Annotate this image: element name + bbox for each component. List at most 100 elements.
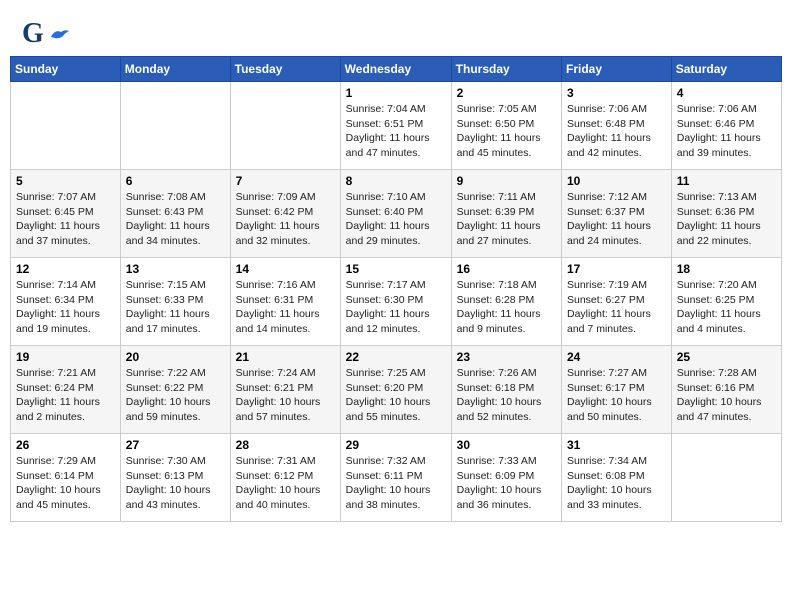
calendar-cell: 25 Sunrise: 7:28 AM Sunset: 6:16 PM Dayli…: [671, 346, 781, 434]
calendar-header-wednesday: Wednesday: [340, 57, 451, 82]
day-info: Sunrise: 7:17 AM Sunset: 6:30 PM Dayligh…: [346, 278, 446, 337]
day-number: 25: [677, 350, 776, 364]
day-info: Sunrise: 7:29 AM Sunset: 6:14 PM Dayligh…: [16, 454, 115, 513]
day-number: 28: [236, 438, 335, 452]
day-info: Sunrise: 7:05 AM Sunset: 6:50 PM Dayligh…: [457, 102, 556, 161]
day-info: Sunrise: 7:06 AM Sunset: 6:48 PM Dayligh…: [567, 102, 666, 161]
calendar-cell: 24 Sunrise: 7:27 AM Sunset: 6:17 PM Dayli…: [562, 346, 672, 434]
day-info: Sunrise: 7:27 AM Sunset: 6:17 PM Dayligh…: [567, 366, 666, 425]
page-header: G: [10, 10, 782, 56]
calendar-cell: 29Sunrise: 7:32 AM Sunset: 6:11 PM Dayli…: [340, 434, 451, 522]
calendar-table: SundayMondayTuesdayWednesdayThursdayFrid…: [10, 56, 782, 522]
day-number: 19: [16, 350, 115, 364]
calendar-header-saturday: Saturday: [671, 57, 781, 82]
day-number: 4: [677, 86, 776, 100]
day-info: Sunrise: 7:12 AM Sunset: 6:37 PM Dayligh…: [567, 190, 666, 249]
day-number: 3: [567, 86, 666, 100]
day-info: Sunrise: 7:09 AM Sunset: 6:42 PM Dayligh…: [236, 190, 335, 249]
day-info: Sunrise: 7:24 AM Sunset: 6:21 PM Dayligh…: [236, 366, 335, 425]
calendar-cell: 6 Sunrise: 7:08 AM Sunset: 6:43 PM Daylig…: [120, 170, 230, 258]
calendar-cell: 17 Sunrise: 7:19 AM Sunset: 6:27 PM Dayli…: [562, 258, 672, 346]
day-number: 6: [126, 174, 225, 188]
day-number: 22: [346, 350, 446, 364]
calendar-cell: 13 Sunrise: 7:15 AM Sunset: 6:33 PM Dayli…: [120, 258, 230, 346]
day-number: 5: [16, 174, 115, 188]
day-info: Sunrise: 7:14 AM Sunset: 6:34 PM Dayligh…: [16, 278, 115, 337]
calendar-cell: [120, 82, 230, 170]
calendar-cell: 8 Sunrise: 7:10 AM Sunset: 6:40 PM Daylig…: [340, 170, 451, 258]
day-number: 13: [126, 262, 225, 276]
day-number: 17: [567, 262, 666, 276]
day-info: Sunrise: 7:06 AM Sunset: 6:46 PM Dayligh…: [677, 102, 776, 161]
calendar-cell: 9 Sunrise: 7:11 AM Sunset: 6:39 PM Daylig…: [451, 170, 561, 258]
day-number: 16: [457, 262, 556, 276]
calendar-cell: [230, 82, 340, 170]
day-number: 12: [16, 262, 115, 276]
day-number: 31: [567, 438, 666, 452]
calendar-cell: 31 Sunrise: 7:34 AM Sunset: 6:08 PM Dayli…: [562, 434, 672, 522]
day-info: Sunrise: 7:08 AM Sunset: 6:43 PM Dayligh…: [126, 190, 225, 249]
calendar-cell: 3 Sunrise: 7:06 AM Sunset: 6:48 PM Daylig…: [562, 82, 672, 170]
day-number: 18: [677, 262, 776, 276]
calendar-cell: 30Sunrise: 7:33 AM Sunset: 6:09 PM Dayli…: [451, 434, 561, 522]
calendar-week-row: 12 Sunrise: 7:14 AM Sunset: 6:34 PM Dayli…: [11, 258, 782, 346]
calendar-cell: 12 Sunrise: 7:14 AM Sunset: 6:34 PM Dayli…: [11, 258, 121, 346]
calendar-cell: 23 Sunrise: 7:26 AM Sunset: 6:18 PM Dayli…: [451, 346, 561, 434]
day-number: 20: [126, 350, 225, 364]
day-info: Sunrise: 7:10 AM Sunset: 6:40 PM Dayligh…: [346, 190, 446, 249]
day-info: Sunrise: 7:31 AM Sunset: 6:12 PM Dayligh…: [236, 454, 335, 513]
day-info: Sunrise: 7:07 AM Sunset: 6:45 PM Dayligh…: [16, 190, 115, 249]
day-info: Sunrise: 7:04 AM Sunset: 6:51 PM Dayligh…: [346, 102, 446, 161]
calendar-cell: 7 Sunrise: 7:09 AM Sunset: 6:42 PM Daylig…: [230, 170, 340, 258]
day-info: Sunrise: 7:32 AM Sunset: 6:11 PM Dayligh…: [346, 454, 446, 513]
day-info: Sunrise: 7:15 AM Sunset: 6:33 PM Dayligh…: [126, 278, 225, 337]
calendar-cell: 1 Sunrise: 7:04 AM Sunset: 6:51 PM Daylig…: [340, 82, 451, 170]
calendar-cell: [671, 434, 781, 522]
day-number: 2: [457, 86, 556, 100]
day-number: 23: [457, 350, 556, 364]
calendar-header-sunday: Sunday: [11, 57, 121, 82]
calendar-cell: 11 Sunrise: 7:13 AM Sunset: 6:36 PM Dayli…: [671, 170, 781, 258]
calendar-cell: 5 Sunrise: 7:07 AM Sunset: 6:45 PM Daylig…: [11, 170, 121, 258]
calendar-cell: 2 Sunrise: 7:05 AM Sunset: 6:50 PM Daylig…: [451, 82, 561, 170]
calendar-header-thursday: Thursday: [451, 57, 561, 82]
day-info: Sunrise: 7:25 AM Sunset: 6:20 PM Dayligh…: [346, 366, 446, 425]
calendar-week-row: 5 Sunrise: 7:07 AM Sunset: 6:45 PM Daylig…: [11, 170, 782, 258]
day-number: 15: [346, 262, 446, 276]
day-number: 1: [346, 86, 446, 100]
calendar-header-friday: Friday: [562, 57, 672, 82]
calendar-cell: 15 Sunrise: 7:17 AM Sunset: 6:30 PM Dayli…: [340, 258, 451, 346]
calendar-cell: 28 Sunrise: 7:31 AM Sunset: 6:12 PM Dayli…: [230, 434, 340, 522]
calendar-week-row: 1 Sunrise: 7:04 AM Sunset: 6:51 PM Daylig…: [11, 82, 782, 170]
day-info: Sunrise: 7:30 AM Sunset: 6:13 PM Dayligh…: [126, 454, 225, 513]
day-info: Sunrise: 7:34 AM Sunset: 6:08 PM Dayligh…: [567, 454, 666, 513]
logo: G: [22, 18, 71, 50]
day-number: 9: [457, 174, 556, 188]
day-number: 30: [457, 438, 556, 452]
calendar-cell: 20Sunrise: 7:22 AM Sunset: 6:22 PM Dayli…: [120, 346, 230, 434]
day-number: 8: [346, 174, 446, 188]
calendar-header-monday: Monday: [120, 57, 230, 82]
day-info: Sunrise: 7:21 AM Sunset: 6:24 PM Dayligh…: [16, 366, 115, 425]
day-number: 14: [236, 262, 335, 276]
day-info: Sunrise: 7:26 AM Sunset: 6:18 PM Dayligh…: [457, 366, 556, 425]
day-info: Sunrise: 7:11 AM Sunset: 6:39 PM Dayligh…: [457, 190, 556, 249]
calendar-cell: 26Sunrise: 7:29 AM Sunset: 6:14 PM Dayli…: [11, 434, 121, 522]
calendar-week-row: 19 Sunrise: 7:21 AM Sunset: 6:24 PM Dayli…: [11, 346, 782, 434]
day-number: 11: [677, 174, 776, 188]
calendar-cell: 19 Sunrise: 7:21 AM Sunset: 6:24 PM Dayli…: [11, 346, 121, 434]
day-info: Sunrise: 7:18 AM Sunset: 6:28 PM Dayligh…: [457, 278, 556, 337]
day-info: Sunrise: 7:13 AM Sunset: 6:36 PM Dayligh…: [677, 190, 776, 249]
calendar-week-row: 26Sunrise: 7:29 AM Sunset: 6:14 PM Dayli…: [11, 434, 782, 522]
calendar-cell: 21Sunrise: 7:24 AM Sunset: 6:21 PM Dayli…: [230, 346, 340, 434]
day-number: 10: [567, 174, 666, 188]
logo-g-letter: G: [22, 18, 44, 50]
day-info: Sunrise: 7:19 AM Sunset: 6:27 PM Dayligh…: [567, 278, 666, 337]
calendar-cell: 18 Sunrise: 7:20 AM Sunset: 6:25 PM Dayli…: [671, 258, 781, 346]
day-number: 24: [567, 350, 666, 364]
day-info: Sunrise: 7:28 AM Sunset: 6:16 PM Dayligh…: [677, 366, 776, 425]
day-info: Sunrise: 7:20 AM Sunset: 6:25 PM Dayligh…: [677, 278, 776, 337]
logo-bird-icon: [49, 27, 71, 41]
calendar-cell: 27Sunrise: 7:30 AM Sunset: 6:13 PM Dayli…: [120, 434, 230, 522]
day-number: 7: [236, 174, 335, 188]
